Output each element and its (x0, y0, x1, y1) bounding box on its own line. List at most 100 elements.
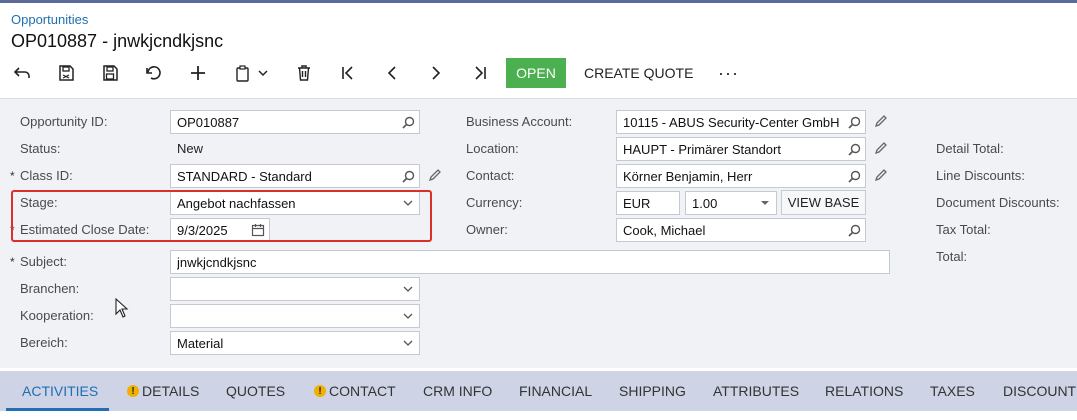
owner-value: Cook, Michael (623, 222, 706, 238)
line-discounts-label: Line Discounts: (936, 168, 1025, 183)
required-marker: * (10, 255, 15, 269)
search-icon[interactable] (843, 219, 865, 241)
tab-label: ATTRIBUTES (713, 383, 800, 399)
search-icon[interactable] (397, 165, 419, 187)
delete-icon[interactable] (293, 57, 315, 89)
subject-field[interactable]: jnwkjcndkjsnc (170, 250, 890, 274)
search-icon[interactable] (397, 111, 419, 133)
tab-taxes[interactable]: TAXES (930, 371, 975, 411)
class-id-value: STANDARD - Standard (177, 168, 312, 184)
contact-field[interactable]: Körner Benjamin, Herr (616, 164, 866, 188)
tab-label: FINANCIAL (519, 383, 593, 399)
status-value: New (177, 141, 204, 156)
bereich-label: Bereich: (20, 335, 68, 350)
warning-icon: ! (314, 385, 326, 397)
mouse-cursor-icon (115, 297, 129, 321)
back-icon[interactable] (11, 57, 33, 89)
tab-attributes[interactable]: ATTRIBUTES (713, 371, 799, 411)
kooperation-select[interactable] (170, 304, 420, 328)
total-label: Total: (936, 249, 968, 264)
tab-label: DISCOUNTS (1003, 383, 1077, 399)
highlight-annotation (11, 190, 432, 242)
bereich-value: Material (177, 335, 224, 351)
owner-label: Owner: (466, 222, 508, 237)
chevron-down-icon[interactable] (397, 278, 419, 300)
tab-label: ACTIVITIES (22, 383, 99, 399)
tab-contact[interactable]: ! CONTACT (314, 371, 396, 411)
required-marker: * (10, 169, 15, 183)
contact-value: Körner Benjamin, Herr (623, 168, 753, 184)
caret-down-icon[interactable] (754, 192, 776, 214)
tab-label: QUOTES (226, 383, 286, 399)
tab-details[interactable]: ! DETAILS (127, 371, 199, 411)
currency-rate-value: 1.00 (692, 195, 718, 211)
create-quote-button[interactable]: CREATE QUOTE (584, 57, 693, 89)
location-field[interactable]: HAUPT - Primärer Standort (616, 137, 866, 161)
edit-pencil-icon[interactable] (874, 141, 890, 157)
edit-pencil-icon[interactable] (874, 168, 890, 184)
tax-total-label: Tax Total: (936, 222, 991, 237)
previous-record-icon[interactable] (381, 57, 403, 89)
copy-paste-icon[interactable] (231, 57, 273, 89)
search-icon[interactable] (843, 165, 865, 187)
currency-rate-select[interactable]: 1.00 (685, 191, 777, 215)
undo-icon[interactable] (143, 57, 165, 89)
tab-label: TAXES (930, 383, 975, 399)
subject-value: jnwkjcndkjsnc (177, 254, 257, 270)
opportunity-id-label: Opportunity ID: (20, 114, 108, 129)
top-border (0, 0, 1077, 3)
subject-label: Subject: (20, 254, 67, 269)
tab-label: RELATIONS (825, 383, 904, 399)
detail-total-label: Detail Total: (936, 141, 1004, 156)
currency-field[interactable]: EUR (616, 191, 680, 215)
tab-crm-info[interactable]: CRM INFO (423, 371, 492, 411)
breadcrumb-opportunities[interactable]: Opportunities (11, 12, 88, 27)
tab-discounts[interactable]: DISCOUNTS (1003, 371, 1077, 411)
opportunity-id-field[interactable]: OP010887 (170, 110, 420, 134)
tab-quotes[interactable]: QUOTES (226, 371, 285, 411)
currency-value: EUR (623, 195, 651, 211)
owner-field[interactable]: Cook, Michael (616, 218, 866, 242)
tab-label: CONTACT (329, 383, 396, 399)
branchen-select[interactable] (170, 277, 420, 301)
kooperation-label: Kooperation: (20, 308, 94, 323)
edit-pencil-icon[interactable] (428, 168, 444, 184)
search-icon[interactable] (843, 138, 865, 160)
chevron-down-icon[interactable] (397, 305, 419, 327)
search-icon[interactable] (843, 111, 865, 133)
document-discounts-label: Document Discounts: (936, 195, 1060, 210)
last-record-icon[interactable] (469, 57, 491, 89)
tab-financial[interactable]: FINANCIAL (519, 371, 592, 411)
tab-relations[interactable]: RELATIONS (825, 371, 903, 411)
active-tab-indicator (6, 408, 109, 411)
add-icon[interactable] (187, 57, 209, 89)
currency-label: Currency: (466, 195, 523, 210)
class-id-field[interactable]: STANDARD - Standard (170, 164, 420, 188)
tab-label: CRM INFO (423, 383, 493, 399)
tab-shipping[interactable]: SHIPPING (619, 371, 686, 411)
more-actions-button[interactable]: ··· (718, 57, 739, 89)
first-record-icon[interactable] (337, 57, 359, 89)
save-icon[interactable] (99, 57, 121, 89)
class-id-label: Class ID: (20, 168, 73, 183)
save-close-icon[interactable] (55, 57, 77, 89)
open-button[interactable]: OPEN (506, 58, 566, 88)
contact-label: Contact: (466, 168, 515, 183)
next-record-icon[interactable] (425, 57, 447, 89)
business-account-label: Business Account: (466, 114, 573, 129)
business-account-value: 10115 - ABUS Security-Center GmbH (623, 114, 840, 130)
view-base-button[interactable]: VIEW BASE (781, 190, 866, 215)
tab-bar: ACTIVITIES ! DETAILS QUOTES ! CONTACT CRM … (0, 371, 1077, 411)
edit-pencil-icon[interactable] (874, 114, 890, 130)
chevron-down-icon[interactable] (397, 332, 419, 354)
business-account-field[interactable]: 10115 - ABUS Security-Center GmbH (616, 110, 866, 134)
bereich-select[interactable]: Material (170, 331, 420, 355)
tab-label: DETAILS (142, 383, 200, 399)
location-value: HAUPT - Primärer Standort (623, 141, 781, 157)
toolbar: OPEN CREATE QUOTE ··· (0, 57, 1077, 89)
tab-activities[interactable]: ACTIVITIES (22, 371, 98, 411)
warning-icon: ! (127, 385, 139, 397)
location-label: Location: (466, 141, 519, 156)
opportunity-id-value: OP010887 (177, 114, 240, 130)
tab-label: SHIPPING (619, 383, 686, 399)
